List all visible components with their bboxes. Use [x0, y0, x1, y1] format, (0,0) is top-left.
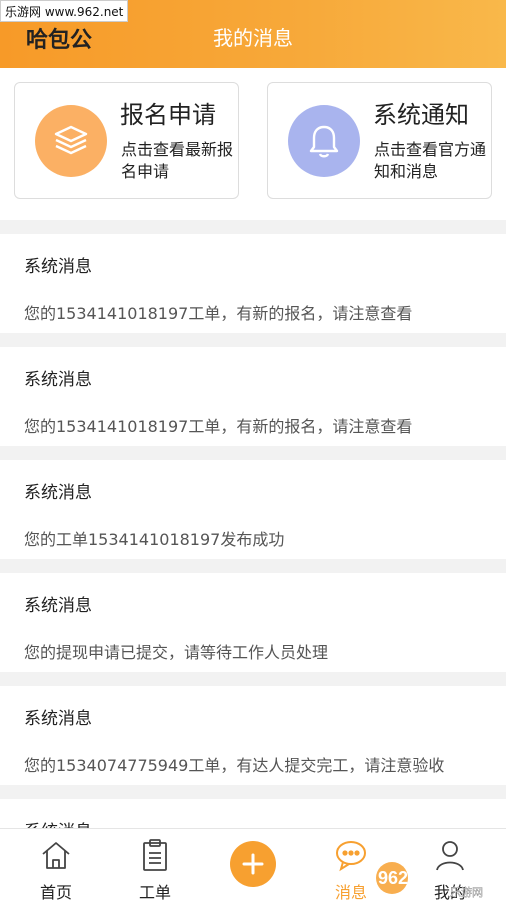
nav-orders[interactable]: 工单	[125, 837, 185, 900]
message-title: 系统消息	[24, 596, 92, 616]
message-body: 您的1534074775949工单，有达人提交完工，请注意验收	[24, 756, 445, 775]
message-body: 您的1534141018197工单，有新的报名，请注意查看	[24, 304, 413, 323]
watermark-top: 乐游网 www.962.net	[0, 0, 129, 22]
list-item[interactable]: 系统消息 您的工单1534141018197发布成功	[0, 460, 506, 559]
bell-icon	[288, 105, 360, 177]
list-item[interactable]: 系统消息 您的1534074775949工单，有达人提交完工，请注意验收	[0, 686, 506, 785]
home-icon	[26, 837, 86, 873]
watermark-brand: 962.NET	[378, 868, 449, 888]
card-title: 报名申请	[120, 101, 216, 129]
system-notice-card[interactable]: 系统通知 点击查看官方通知和消息	[267, 82, 492, 199]
message-body: 您的提现申请已提交，请等待工作人员处理	[24, 643, 329, 662]
nav-home[interactable]: 首页	[26, 837, 86, 900]
card-desc: 点击查看官方通知和消息	[374, 140, 487, 181]
message-list: 系统消息 您的1534141018197工单，有新的报名，请注意查看 系统消息 …	[0, 234, 506, 900]
card-desc: 点击查看最新报名申请	[121, 140, 234, 181]
list-item[interactable]: 系统消息 您的1534141018197工单，有新的报名，请注意查看	[0, 234, 506, 333]
message-title: 系统消息	[24, 370, 92, 390]
list-item[interactable]: 系统消息 您的1534141018197工单，有新的报名，请注意查看	[0, 347, 506, 446]
quick-cards: 报名申请 点击查看最新报名申请 系统通知 点击查看官方通知和消息	[0, 68, 506, 220]
page: 哈包公 我的消息 乐游网 www.962.net 报名申请 点击查看最新报名申请	[0, 0, 506, 900]
page-title: 我的消息	[213, 26, 293, 50]
card-title: 系统通知	[373, 101, 469, 129]
message-title: 系统消息	[24, 257, 92, 277]
list-item[interactable]: 系统消息 您的提现申请已提交，请等待工作人员处理	[0, 573, 506, 672]
watermark-sub: 乐游网	[450, 886, 483, 898]
message-title: 系统消息	[24, 709, 92, 729]
clipboard-icon	[125, 837, 185, 873]
message-title: 系统消息	[24, 483, 92, 503]
nav-label: 工单	[138, 883, 171, 900]
watermark-bottom: 962.NET 乐游网	[372, 858, 502, 899]
layers-icon	[35, 105, 107, 177]
message-body: 您的1534141018197工单，有新的报名，请注意查看	[24, 417, 413, 436]
signup-application-card[interactable]: 报名申请 点击查看最新报名申请	[14, 82, 239, 199]
message-body: 您的工单1534141018197发布成功	[24, 530, 285, 549]
plus-icon	[242, 853, 264, 875]
nav-label: 首页	[39, 883, 72, 900]
add-order-button[interactable]	[230, 841, 276, 887]
